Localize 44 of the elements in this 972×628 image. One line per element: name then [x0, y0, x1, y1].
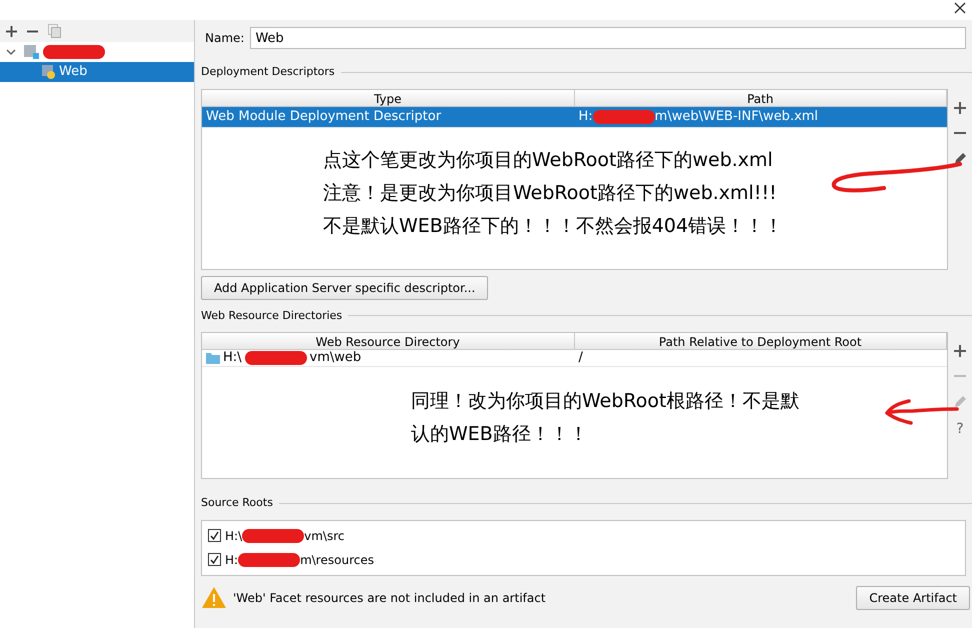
column-header[interactable]: Type	[202, 90, 574, 106]
section-title: Deployment Descriptors	[201, 64, 335, 80]
table-cell-text: m\web\WEB-INF\web.xml	[654, 108, 818, 126]
section-title: Source Roots	[201, 495, 273, 511]
annotation-text: 认的WEB路径！！！	[411, 422, 588, 447]
help-icon[interactable]: ?	[956, 419, 964, 440]
warning-message: 'Web' Facet resources are not included in an artifact	[233, 590, 546, 606]
annotation-text: 不是默认WEB路径下的！！！不然会报404错误！！！	[323, 214, 784, 238]
table-cell-text: H:\	[223, 349, 242, 368]
column-header[interactable]: Path	[574, 90, 947, 106]
warning-icon	[201, 586, 227, 609]
column-header[interactable]: Web Resource Directory	[202, 333, 574, 349]
checkbox[interactable]	[208, 553, 221, 566]
source-root-path: m\resources	[300, 552, 374, 568]
annotation-text: 点这个笔更改为你项目的WebRoot路径下的web.xml	[323, 148, 773, 172]
table-cell-text: vm\web	[310, 349, 362, 368]
tree-label: Web	[59, 63, 88, 82]
source-root-path: H:\	[225, 528, 242, 544]
tree-item[interactable]: Web	[0, 62, 194, 82]
table-row[interactable]: H:\ vm\web /	[202, 350, 947, 367]
name-label: Name:	[205, 30, 244, 47]
edit-icon[interactable]	[954, 150, 966, 164]
add-icon[interactable]	[954, 100, 966, 114]
add-descriptor-button[interactable]: Add Application Server specific descriptor...	[201, 276, 488, 300]
checkbox[interactable]	[208, 529, 221, 542]
table-cell-text: /	[578, 349, 584, 368]
table-cell-text: Web Module Deployment Descriptor	[205, 108, 442, 126]
create-artifact-button[interactable]: Create Artifact	[856, 586, 970, 610]
annotation-text: 注意！是更改为你项目WebRoot路径下的web.xml!!!	[323, 180, 777, 206]
collapse-icon[interactable]	[6, 48, 16, 56]
source-root-path: vm\src	[304, 528, 344, 544]
section-title: Web Resource Directories	[201, 308, 342, 324]
table-cell-text: H:	[578, 108, 593, 126]
web-facet-icon	[42, 65, 56, 79]
table-row[interactable]: Web Module Deployment Descriptor H: m\web\WEB-INF\web.xml	[202, 106, 947, 128]
folder-icon	[206, 352, 220, 364]
add-icon[interactable]	[6, 26, 17, 36]
source-root-path: H:	[225, 552, 238, 568]
add-icon[interactable]	[954, 344, 966, 358]
column-header[interactable]: Path Relative to Deployment Root	[574, 333, 947, 349]
name-field[interactable]: Web	[250, 27, 966, 49]
module-icon	[24, 45, 40, 59]
annotation-text: 同理！改为你项目的WebRoot根路径！不是默	[411, 389, 800, 414]
close-icon[interactable]	[954, 2, 966, 14]
